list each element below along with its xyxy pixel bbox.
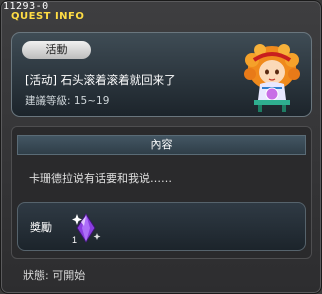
reward-label: 獎勵	[30, 221, 52, 234]
reward-quantity: 1	[72, 235, 77, 245]
content-header: 內容	[17, 135, 306, 155]
window-title: QUEST INFO	[11, 11, 85, 22]
purple-gem-icon[interactable]: 1	[68, 208, 104, 246]
quest-name: [活动] 石头滚着滚着就回来了	[25, 73, 176, 87]
quest-info-window: 11293-0 QUEST INFO 活動 [活动] 石头滚着滚着就回来了 建議…	[0, 0, 322, 294]
event-badge: 活動	[22, 41, 91, 59]
recommended-level: 建議等級: 15~19	[25, 95, 110, 107]
reward-box: 獎勵 1	[17, 202, 306, 251]
content-text: 卡珊德拉说有话要和我说……	[29, 172, 172, 185]
quest-status: 狀態: 可開始	[23, 269, 86, 282]
npc-girl-portrait	[244, 44, 300, 112]
content-panel: 內容 卡珊德拉说有话要和我说…… 獎勵 1	[11, 126, 312, 259]
quest-summary-panel: 活動 [活动] 石头滚着滚着就回来了 建議等級: 15~19	[11, 32, 312, 117]
